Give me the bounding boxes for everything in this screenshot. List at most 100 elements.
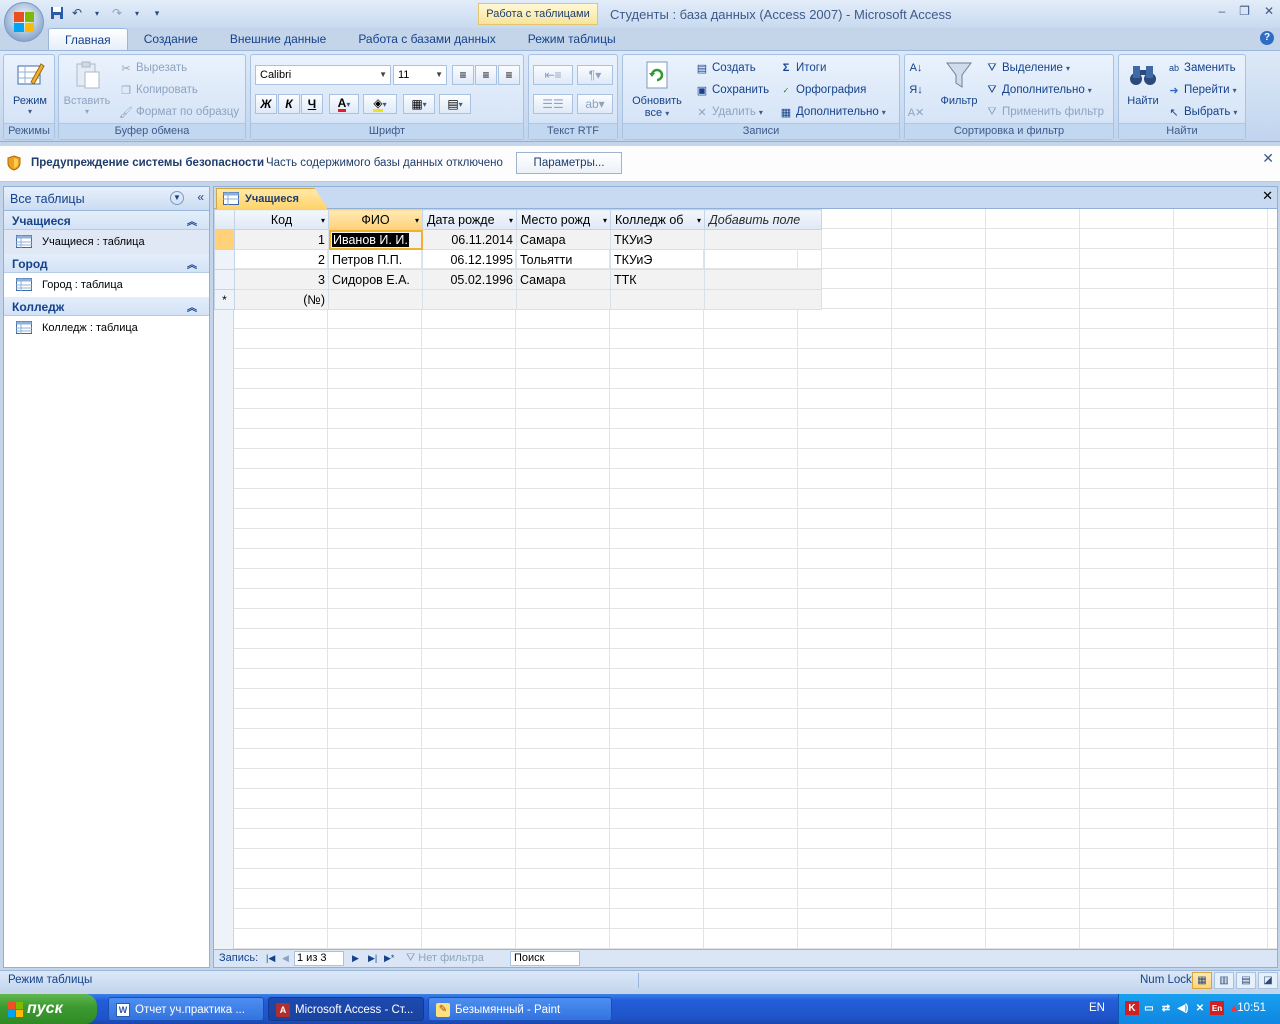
table-cell[interactable]: Самара xyxy=(516,269,611,290)
minimize-icon[interactable]: – xyxy=(1218,4,1225,18)
last-record-icon[interactable]: ▶| xyxy=(368,953,377,964)
find-button[interactable]: Найти xyxy=(1121,59,1165,107)
italic-button[interactable]: К xyxy=(278,94,300,114)
nav-item-students-table[interactable]: Учащиеся : таблица xyxy=(4,230,209,254)
toggle-filter-button[interactable]: ⛛ Применить фильтр xyxy=(985,103,1104,121)
new-record-button[interactable]: ▤ Создать xyxy=(695,59,756,77)
table-cell[interactable]: 06.11.2014 xyxy=(422,229,517,250)
chevron-down-icon[interactable]: ▾ xyxy=(321,216,325,225)
goto-button[interactable]: ➜ Перейти ▾ xyxy=(1167,81,1236,99)
table-cell[interactable]: Иванов И. И. xyxy=(328,229,423,250)
taskbar-item-access[interactable]: A Microsoft Access - Ст... xyxy=(268,997,424,1021)
selection-filter-button[interactable]: ⛛ Выделение ▾ xyxy=(985,59,1070,77)
align-center-button[interactable]: ≡ xyxy=(475,65,497,85)
column-header[interactable]: Код ▾ xyxy=(234,209,329,230)
design-view-icon[interactable]: ◪ xyxy=(1258,972,1278,989)
restore-icon[interactable]: ❐ xyxy=(1239,4,1250,18)
document-tab-students[interactable]: Учащиеся xyxy=(216,188,328,209)
close-icon[interactable]: ✕ xyxy=(1262,150,1274,167)
table-cell[interactable] xyxy=(704,229,822,250)
table-cell[interactable]: Тольятти xyxy=(516,249,611,270)
pivot-table-view-icon[interactable]: ▥ xyxy=(1214,972,1234,989)
highlight-button[interactable]: ab▾ xyxy=(577,94,613,114)
totals-button[interactable]: Σ Итоги xyxy=(779,59,827,77)
clear-sort-button[interactable]: A✕ xyxy=(908,103,925,121)
column-header[interactable]: Колледж об ▾ xyxy=(610,209,705,230)
view-mode-button[interactable]: Режим ▾ xyxy=(8,59,52,116)
row-selector[interactable] xyxy=(214,249,235,270)
language-indicator[interactable]: EN xyxy=(1089,1002,1105,1014)
taskbar-item-word[interactable]: W Отчет уч.практика ... xyxy=(108,997,264,1021)
copy-button[interactable]: ❐ Копировать xyxy=(119,81,198,99)
tab-home[interactable]: Главная xyxy=(48,28,128,50)
filter-indicator[interactable]: ⛛ Нет фильтра xyxy=(406,951,506,966)
table-cell[interactable] xyxy=(704,289,822,310)
replace-button[interactable]: ab Заменить xyxy=(1167,59,1236,77)
antivirus-icon[interactable]: K xyxy=(1125,1001,1139,1015)
cut-button[interactable]: ✂ Вырезать xyxy=(119,59,187,77)
row-selector[interactable] xyxy=(214,269,235,290)
nav-group-city[interactable]: Город ︽ xyxy=(4,254,209,273)
search-input[interactable]: Поиск xyxy=(510,951,580,966)
paragraph-direction-button[interactable]: ¶▾ xyxy=(577,65,613,85)
table-cell[interactable]: 05.02.1996 xyxy=(422,269,517,290)
table-cell[interactable]: 06.12.1995 xyxy=(422,249,517,270)
table-cell[interactable] xyxy=(516,289,611,310)
datasheet-view-icon[interactable]: ▦ xyxy=(1192,972,1212,989)
chevron-down-icon[interactable]: ▾ xyxy=(90,6,104,20)
chevron-down-icon[interactable]: ▾ xyxy=(697,216,701,225)
undo-icon[interactable]: ↶ xyxy=(70,6,84,20)
alt-row-color-button[interactable]: ▤ ▾ xyxy=(439,94,471,114)
fill-color-button[interactable]: ◈ ▾ xyxy=(363,94,397,114)
new-record-nav-icon[interactable]: ▶* xyxy=(384,953,394,964)
tab-datasheet[interactable]: Режим таблицы xyxy=(512,28,632,50)
font-name-combo[interactable]: Calibri ▼ xyxy=(255,65,391,85)
chevron-down-icon[interactable]: ▼ xyxy=(170,191,184,205)
align-left-button[interactable]: ≡ xyxy=(452,65,474,85)
decrease-indent-button[interactable]: ⇤≡ xyxy=(533,65,573,85)
tab-external-data[interactable]: Внешние данные xyxy=(214,28,343,50)
table-cell[interactable]: Сидоров Е.А. xyxy=(328,269,423,290)
volume-icon[interactable]: ◀) xyxy=(1176,1001,1190,1015)
row-selector[interactable] xyxy=(214,229,235,250)
security-options-button[interactable]: Параметры... xyxy=(516,152,622,174)
customize-qat-icon[interactable]: ▾ xyxy=(150,6,164,20)
help-icon[interactable]: ? xyxy=(1260,31,1274,45)
current-record-input[interactable]: 1 из 3 xyxy=(294,951,344,966)
network-icon[interactable]: ▭ xyxy=(1142,1001,1156,1015)
chevron-down-icon[interactable]: ▾ xyxy=(509,216,513,225)
chevron-down-icon[interactable]: ▾ xyxy=(603,216,607,225)
delete-record-button[interactable]: ✕ Удалить ▾ xyxy=(695,103,763,121)
table-cell[interactable]: Самара xyxy=(516,229,611,250)
filter-button[interactable]: Фильтр xyxy=(935,59,983,107)
table-cell[interactable] xyxy=(610,289,705,310)
gridlines-button[interactable]: ▦ ▾ xyxy=(403,94,435,114)
format-painter-button[interactable]: 🖌 Формат по образцу xyxy=(119,103,239,121)
close-icon[interactable]: ✕ xyxy=(1262,188,1273,204)
numbering-button[interactable]: ☰☰ xyxy=(533,94,573,114)
paste-button[interactable]: Вставить ▾ xyxy=(61,59,113,116)
new-record-marker[interactable]: * xyxy=(214,289,235,310)
column-header[interactable]: Место рожд ▾ xyxy=(516,209,611,230)
taskbar-item-paint[interactable]: ✎ Безымянный - Paint xyxy=(428,997,612,1021)
table-cell[interactable]: 2 xyxy=(234,249,329,270)
collapse-pane-icon[interactable]: « xyxy=(197,190,204,204)
sort-ascending-button[interactable]: A↓ xyxy=(909,59,923,77)
next-record-icon[interactable]: ▶ xyxy=(352,953,359,964)
save-icon[interactable] xyxy=(50,6,64,20)
font-size-combo[interactable]: 11 ▼ xyxy=(393,65,447,85)
tab-database-tools[interactable]: Работа с базами данных xyxy=(342,28,511,50)
table-cell[interactable]: (№) xyxy=(234,289,329,310)
start-button[interactable]: пуск xyxy=(0,994,97,1024)
table-cell[interactable] xyxy=(422,289,517,310)
table-cell[interactable]: ТКУиЭ xyxy=(610,229,705,250)
chevron-down-icon[interactable]: ▾ xyxy=(415,216,419,225)
first-record-icon[interactable]: |◀ xyxy=(266,953,275,964)
table-cell[interactable] xyxy=(704,269,822,290)
office-button[interactable] xyxy=(4,2,44,42)
keyboard-layout-icon[interactable]: En xyxy=(1210,1001,1224,1015)
advanced-filter-button[interactable]: ⛛ Дополнительно ▾ xyxy=(985,81,1091,99)
bold-button[interactable]: Ж xyxy=(255,94,277,114)
column-header[interactable]: ФИО ▾ xyxy=(328,209,423,230)
redo-icon[interactable]: ↷ xyxy=(110,6,124,20)
